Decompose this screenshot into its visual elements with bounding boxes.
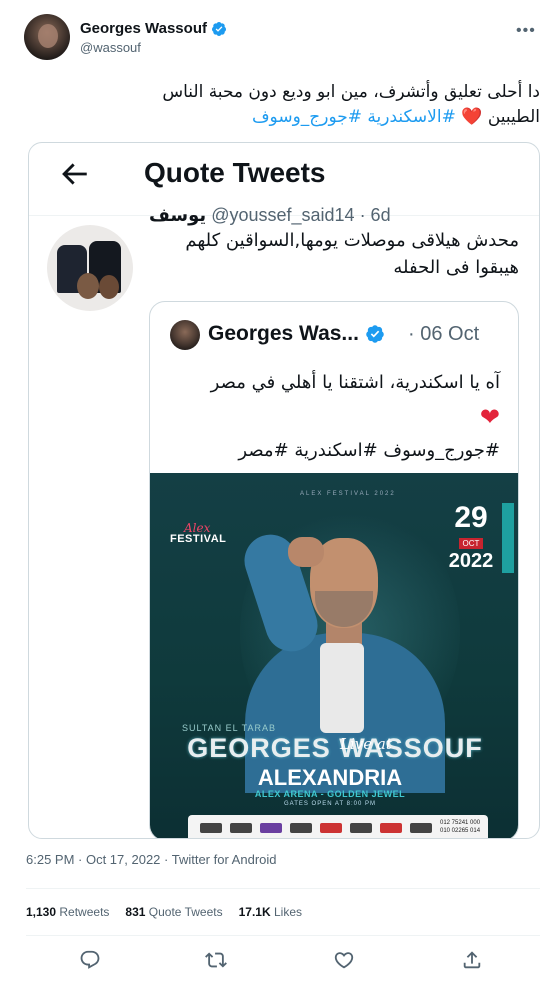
concert-poster: Alex FESTIVAL ALEX FESTIVAL 2022 29 OCT … [150, 473, 518, 838]
author-avatar[interactable] [24, 14, 70, 60]
likes-count: 17.1K [238, 905, 271, 919]
heart-emoji-icon: ❤ [479, 403, 500, 431]
screenshot-title: Quote Tweets [144, 157, 326, 188]
reply-avatar [47, 225, 133, 311]
retweet-icon[interactable] [205, 949, 227, 971]
arrow-left-icon [62, 163, 87, 185]
reply-author-name: يوسف [149, 205, 207, 225]
like-icon[interactable] [333, 949, 355, 971]
tweet-text-line2: الطيبين ❤️ #الاسكندرية #جورج_وسوف [70, 105, 540, 130]
poster-sultan: SULTAN EL TARAB [182, 723, 277, 733]
reply-text: محدش هيلاقى موصلات يومها,السواقين كلهم ه… [185, 230, 519, 278]
quoted-author-name-label: Georges Was... [208, 322, 359, 345]
reply-author-handle: @youssef_said14 · 6d [211, 205, 391, 225]
screenshot-header: Quote Tweets [29, 143, 539, 213]
quoted-date: · 06 Oct [408, 323, 480, 345]
reply-handle-cut: يوسف @youssef_said14 · 6d [149, 205, 391, 226]
retweets-label: Retweets [59, 905, 110, 919]
poster-date: 29 OCT 2022 [432, 501, 510, 572]
tweet: Georges Wassouf @wassouf ••• دا أحلى تعل… [0, 0, 560, 987]
tweet-text-line2-prefix: الطيبين [487, 107, 540, 127]
quoted-author-name: Georges Was... [208, 322, 385, 346]
verified-badge-icon [211, 21, 226, 36]
quotes-count: 831 [125, 905, 146, 919]
poster-city: ALEXANDRIA [257, 765, 403, 790]
quoted-text-line1: آه يا اسكندرية، اشتقنا يا أهلي في مصر [210, 372, 500, 393]
retweets-stat[interactable]: 1,130 Retweets [26, 905, 109, 919]
poster-festival-label: FESTIVAL [170, 533, 227, 545]
tweet-text: دا أحلى تعليق وأتشرف، مين ابو وديع دون م… [70, 80, 540, 130]
verified-badge-icon [366, 325, 384, 343]
reply-icon[interactable] [79, 949, 101, 971]
author-name-label[interactable]: Georges Wassouf [80, 20, 207, 37]
retweets-count: 1,130 [26, 905, 57, 919]
quoted-text: آه يا اسكندرية، اشتقنا يا أهلي في مصر ❤ … [164, 366, 500, 468]
likes-stat[interactable]: 17.1K Likes [239, 905, 302, 919]
poster-gates: GATES OPEN AT 8:00 PM [283, 801, 377, 807]
divider [26, 935, 540, 936]
likes-label: Likes [273, 905, 302, 919]
tweet-timestamp[interactable]: 6:25 PM · Oct 17, 2022 · Twitter for And… [26, 852, 277, 867]
quoted-hashtags: #جورج_وسوف #اسكندرية #مصر [238, 440, 500, 461]
author-handle[interactable]: @wassouf [80, 40, 141, 55]
attached-screenshot[interactable]: Quote Tweets يوسف @youssef_said14 · 6d م… [28, 142, 540, 839]
poster-artist: GEORGES WASSOUF [187, 733, 483, 763]
poster-venue: ALEX ARENA - GOLDEN JEWEL [254, 789, 406, 799]
quoted-tweet-card: Georges Was... · 06 Oct آه يا اسكندرية، … [149, 301, 519, 838]
poster-phone2: 010 02265 014 [440, 828, 481, 834]
quoted-author-avatar [170, 320, 200, 350]
quotes-label: Quote Tweets [148, 905, 223, 919]
divider [26, 888, 540, 889]
tweet-text-line1: دا أحلى تعليق وأتشرف، مين ابو وديع دون م… [162, 82, 540, 102]
poster-year: 2022 [448, 550, 494, 572]
poster-phones: 012 75241 000 010 02265 014 [440, 819, 480, 835]
poster-month: OCT [458, 538, 484, 549]
poster-day: 29 [454, 501, 488, 534]
poster-live-at: Live at [340, 735, 392, 753]
quotes-stat[interactable]: 831 Quote Tweets [125, 905, 222, 919]
share-icon[interactable] [461, 949, 483, 971]
heart-emoji-icon: ❤️ [461, 107, 483, 127]
tweet-stats: 1,130 Retweets 831 Quote Tweets 17.1K Li… [26, 905, 302, 919]
more-options-icon[interactable]: ••• [516, 22, 536, 40]
author-name[interactable]: Georges Wassouf [80, 20, 227, 37]
poster-phone1: 012 75241 000 [440, 820, 481, 826]
tweet-hashtags[interactable]: #الاسكندرية #جورج_وسوف [252, 107, 456, 127]
tweet-actions [0, 945, 560, 975]
poster-alex-festival: ALEX FESTIVAL 2022 [300, 491, 396, 497]
